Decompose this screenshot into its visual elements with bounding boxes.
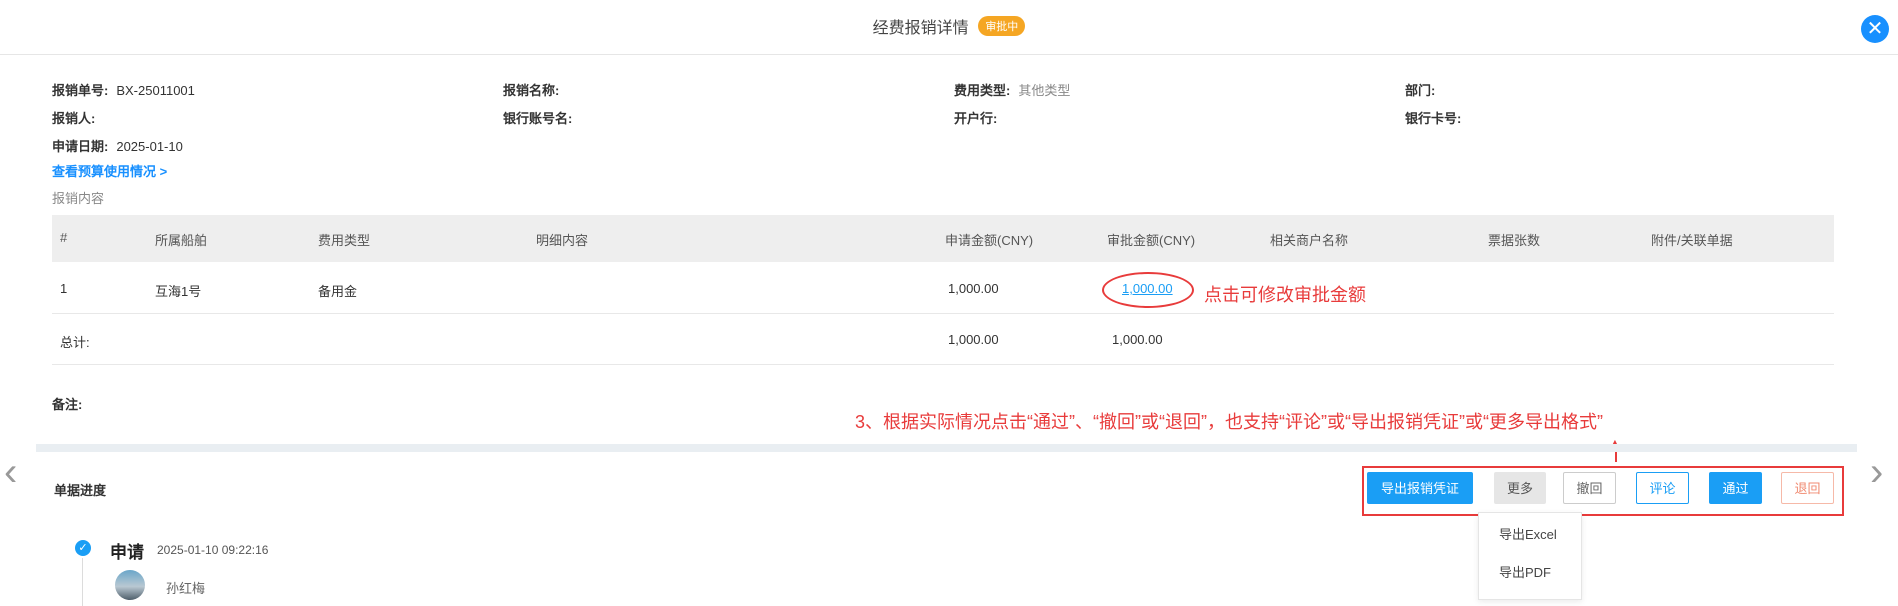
row-apply-amount: 1,000.00 <box>948 281 999 296</box>
col-header-attachments: 附件/关联单据 <box>1651 233 1733 248</box>
total-approve-amount: 1,000.00 <box>1112 332 1163 347</box>
total-label: 总计: <box>60 335 90 350</box>
col-header-fee-type: 费用类型 <box>318 233 371 248</box>
title-area: 经费报销详情 审批中 <box>0 14 1898 38</box>
close-icon[interactable]: ✕ <box>1861 15 1889 43</box>
doc-no-value: BX-25011001 <box>116 83 195 98</box>
withdraw-button[interactable]: 撤回 <box>1563 472 1616 504</box>
budget-usage-link[interactable]: 查看预算使用情况 > <box>52 161 167 180</box>
comment-button[interactable]: 评论 <box>1636 472 1689 504</box>
doc-no-label: 报销单号: <box>52 83 109 98</box>
card-field: 银行卡号: <box>1405 108 1461 127</box>
avatar <box>115 570 145 600</box>
step-time: 2025-01-10 09:22:16 <box>157 543 269 557</box>
date-label: 申请日期: <box>52 139 109 154</box>
menu-item-export-excel[interactable]: 导出Excel <box>1499 524 1557 543</box>
edit-amount-hint: 点击可修改审批金额 <box>1204 285 1366 305</box>
annotation-ellipse <box>1102 272 1194 308</box>
col-header-merchant: 相关商户名称 <box>1270 233 1349 248</box>
col-header-approve-amount: 审批金额(CNY) <box>1107 233 1196 248</box>
date-field: 申请日期: 2025-01-10 <box>52 136 183 155</box>
bank-name-field: 银行账号名: <box>503 108 572 127</box>
timeline-line <box>82 558 83 606</box>
approve-button[interactable]: 通过 <box>1709 472 1762 504</box>
reimburser-field: 报销人: <box>52 108 95 127</box>
card-label: 银行卡号: <box>1405 111 1462 126</box>
total-divider <box>52 364 1834 365</box>
row-fee-type: 备用金 <box>318 284 358 299</box>
fee-type-field: 费用类型: 其他类型 <box>954 80 1070 99</box>
reject-button[interactable]: 退回 <box>1781 472 1834 504</box>
next-arrow-icon[interactable]: › <box>1870 452 1883 492</box>
reimburser-label: 报销人: <box>52 111 96 126</box>
prev-arrow-icon[interactable]: ‹ <box>4 452 17 492</box>
content-section-label: 报销内容 <box>52 191 105 206</box>
col-header-receipts: 票据张数 <box>1488 233 1541 248</box>
check-circle-icon: ✓ <box>75 540 91 556</box>
more-dropdown-menu: 导出Excel 导出PDF <box>1478 512 1582 600</box>
col-header-detail: 明细内容 <box>536 233 589 248</box>
fee-type-value: 其他类型 <box>1018 83 1071 98</box>
total-apply-amount: 1,000.00 <box>948 332 999 347</box>
status-badge: 审批中 <box>978 16 1026 36</box>
name-label: 报销名称: <box>503 83 560 98</box>
export-voucher-button[interactable]: 导出报销凭证 <box>1367 472 1473 504</box>
row-ship: 互海1号 <box>155 284 202 299</box>
bank-name-label: 银行账号名: <box>503 111 573 126</box>
col-header-ship: 所属船舶 <box>155 233 208 248</box>
doc-no-field: 报销单号: BX-25011001 <box>52 80 195 99</box>
name-field: 报销名称: <box>503 80 559 99</box>
fee-type-label: 费用类型: <box>954 83 1011 98</box>
col-header-apply-amount: 申请金额(CNY) <box>945 233 1034 248</box>
row-index: 1 <box>60 281 68 296</box>
dept-field: 部门: <box>1405 80 1435 99</box>
step-name: 申请 <box>110 543 144 562</box>
section-divider <box>36 444 1857 452</box>
row-divider <box>52 313 1834 314</box>
actions-hint: 3、根据实际情况点击“通过”、“撤回”或“退回”，也支持“评论”或“导出报销凭证… <box>855 412 1603 432</box>
date-value: 2025-01-10 <box>116 139 183 154</box>
progress-title: 单据进度 <box>54 483 107 498</box>
more-button[interactable]: 更多 <box>1494 472 1546 504</box>
dept-label: 部门: <box>1405 83 1436 98</box>
col-header-index: # <box>60 230 68 245</box>
menu-item-export-pdf[interactable]: 导出PDF <box>1499 562 1551 581</box>
bank-label: 开户行: <box>954 111 998 126</box>
user-name: 孙红梅 <box>166 581 206 596</box>
page-title: 经费报销详情 <box>872 20 969 37</box>
remark-label: 备注: <box>52 397 83 412</box>
bank-field: 开户行: <box>954 108 997 127</box>
